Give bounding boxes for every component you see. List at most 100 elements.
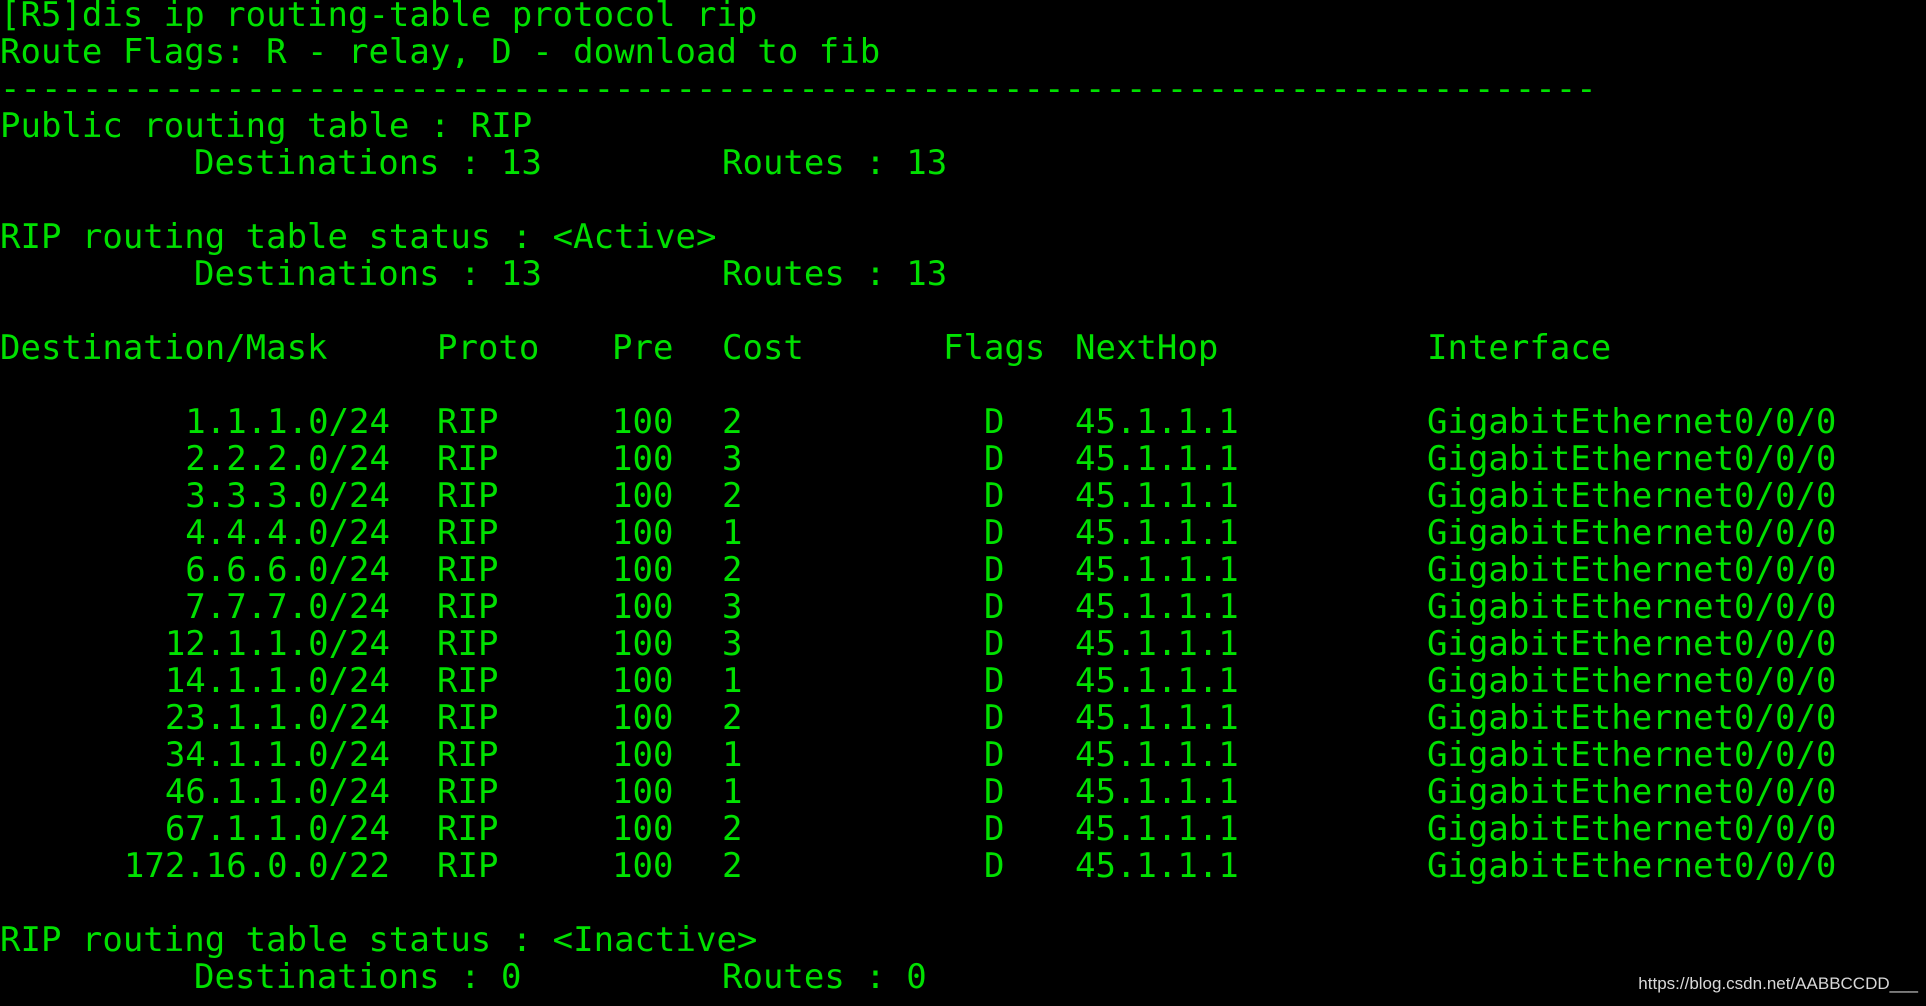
active-destinations: Destinations : 13: [194, 254, 542, 294]
route-nexthop: 45.1.1.1: [1075, 735, 1239, 775]
header-flags: Flags: [943, 328, 1046, 368]
table-row: 23.1.1.0/24 RIP 100 2 D 45.1.1.1 GigabitEthern…: [0, 700, 1926, 737]
route-proto: RIP: [437, 698, 499, 738]
route-flags: D: [984, 661, 1005, 701]
route-interface: GigabitEthernet0/0/0: [1427, 809, 1837, 849]
route-cost: 1: [722, 735, 743, 775]
inactive-destinations: Destinations : 0: [194, 957, 522, 997]
route-nexthop: 45.1.1.1: [1075, 439, 1239, 479]
route-nexthop: 45.1.1.1: [1075, 587, 1239, 627]
route-proto: RIP: [437, 550, 499, 590]
route-nexthop: 45.1.1.1: [1075, 402, 1239, 442]
route-nexthop: 45.1.1.1: [1075, 809, 1239, 849]
public-summary: Destinations : 13 Routes : 13: [0, 145, 1000, 182]
public-destinations: Destinations : 13: [194, 143, 542, 183]
watermark-url: https://blog.csdn.net/AABBCCDD___: [1638, 974, 1918, 993]
route-proto: RIP: [437, 809, 499, 849]
route-destination: 2.2.2.0/24: [185, 439, 390, 479]
route-pre: 100: [612, 661, 674, 701]
route-flags: D: [984, 846, 1005, 886]
table-row: 34.1.1.0/24 RIP 100 1 D 45.1.1.1 GigabitEthern…: [0, 737, 1926, 774]
active-summary: Destinations : 13 Routes : 13: [0, 256, 1000, 293]
route-cost: 2: [722, 402, 743, 442]
table-row: 172.16.0.0/22 RIP 100 2 D 45.1.1.1 GigabitEthe…: [0, 848, 1926, 885]
inactive-summary: Destinations : 0 Routes : 0: [0, 959, 1000, 996]
table-row: 14.1.1.0/24 RIP 100 1 D 45.1.1.1 GigabitEthern…: [0, 663, 1926, 700]
route-proto: RIP: [437, 476, 499, 516]
header-nexthop: NextHop: [1075, 328, 1219, 368]
header-destination: Destination/Mask: [0, 328, 328, 368]
route-interface: GigabitEthernet0/0/0: [1427, 402, 1837, 442]
route-pre: 100: [612, 624, 674, 664]
separator-line: ----------------------------------------…: [0, 71, 1597, 108]
header-interface: Interface: [1427, 328, 1612, 368]
route-proto: RIP: [437, 735, 499, 775]
inactive-status-title: RIP routing table status : <Inactive>: [0, 920, 758, 960]
active-routes: Routes : 13: [722, 254, 948, 294]
route-flags: D: [984, 809, 1005, 849]
route-flags: D: [984, 624, 1005, 664]
route-flags: D: [984, 439, 1005, 479]
route-pre: 100: [612, 550, 674, 590]
public-routes: Routes : 13: [722, 143, 948, 183]
header-proto: Proto: [437, 328, 540, 368]
route-nexthop: 45.1.1.1: [1075, 846, 1239, 886]
route-interface: GigabitEthernet0/0/0: [1427, 846, 1837, 886]
route-destination: 23.1.1.0/24: [164, 698, 390, 738]
route-pre: 100: [612, 476, 674, 516]
route-pre: 100: [612, 439, 674, 479]
route-interface: GigabitEthernet0/0/0: [1427, 698, 1837, 738]
route-nexthop: 45.1.1.1: [1075, 661, 1239, 701]
route-flags: D: [984, 550, 1005, 590]
route-cost: 1: [722, 772, 743, 812]
route-cost: 3: [722, 439, 743, 479]
active-status-title: RIP routing table status : <Active>: [0, 217, 717, 257]
route-interface: GigabitEthernet0/0/0: [1427, 513, 1837, 553]
route-proto: RIP: [437, 624, 499, 664]
command-line: [R5]dis ip routing-table protocol rip: [0, 0, 758, 35]
route-pre: 100: [612, 513, 674, 553]
table-row: 1.1.1.0/24 RIP 100 2 D 45.1.1.1 GigabitEtherne…: [0, 404, 1926, 441]
terminal-window[interactable]: [R5]dis ip routing-table protocol rip Ro…: [0, 0, 1926, 1006]
route-cost: 2: [722, 550, 743, 590]
table-row: 3.3.3.0/24 RIP 100 2 D 45.1.1.1 GigabitEtherne…: [0, 478, 1926, 515]
route-flags: D: [984, 513, 1005, 553]
route-nexthop: 45.1.1.1: [1075, 698, 1239, 738]
route-destination: 67.1.1.0/24: [164, 809, 390, 849]
route-cost: 2: [722, 809, 743, 849]
route-nexthop: 45.1.1.1: [1075, 513, 1239, 553]
route-flags: D: [984, 698, 1005, 738]
route-interface: GigabitEthernet0/0/0: [1427, 476, 1837, 516]
route-flags-line: Route Flags: R - relay, D - download to …: [0, 32, 881, 72]
route-proto: RIP: [437, 772, 499, 812]
route-destination: 1.1.1.0/24: [185, 402, 390, 442]
route-flags: D: [984, 587, 1005, 627]
route-interface: GigabitEthernet0/0/0: [1427, 735, 1837, 775]
route-pre: 100: [612, 402, 674, 442]
route-flags: D: [984, 772, 1005, 812]
route-proto: RIP: [437, 439, 499, 479]
table-row: 12.1.1.0/24 RIP 100 3 D 45.1.1.1 GigabitEthern…: [0, 626, 1926, 663]
table-row: 67.1.1.0/24 RIP 100 2 D 45.1.1.1 GigabitEthern…: [0, 811, 1926, 848]
header-pre: Pre: [612, 328, 674, 368]
route-interface: GigabitEthernet0/0/0: [1427, 624, 1837, 664]
route-cost: 1: [722, 513, 743, 553]
public-table-title: Public routing table : RIP: [0, 106, 533, 146]
route-flags: D: [984, 402, 1005, 442]
route-destination: 46.1.1.0/24: [164, 772, 390, 812]
route-flags: D: [984, 735, 1005, 775]
route-pre: 100: [612, 772, 674, 812]
route-nexthop: 45.1.1.1: [1075, 772, 1239, 812]
table-row: 2.2.2.0/24 RIP 100 3 D 45.1.1.1 GigabitEtherne…: [0, 441, 1926, 478]
route-destination: 34.1.1.0/24: [164, 735, 390, 775]
table-row: 6.6.6.0/24 RIP 100 2 D 45.1.1.1 GigabitEtherne…: [0, 552, 1926, 589]
route-interface: GigabitEthernet0/0/0: [1427, 772, 1837, 812]
route-cost: 2: [722, 476, 743, 516]
table-header: Destination/Mask Proto Pre Cost Flags Ne…: [0, 330, 1926, 367]
route-nexthop: 45.1.1.1: [1075, 550, 1239, 590]
route-cost: 2: [722, 846, 743, 886]
route-nexthop: 45.1.1.1: [1075, 624, 1239, 664]
table-row: 46.1.1.0/24 RIP 100 1 D 45.1.1.1 GigabitEthern…: [0, 774, 1926, 811]
table-row: 4.4.4.0/24 RIP 100 1 D 45.1.1.1 GigabitEtherne…: [0, 515, 1926, 552]
route-flags: D: [984, 476, 1005, 516]
